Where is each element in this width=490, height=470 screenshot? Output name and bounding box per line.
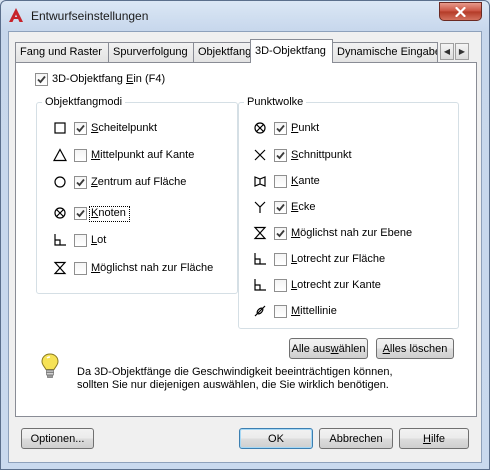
checkbox-lotrecht-zur-flaeche[interactable] (274, 253, 287, 266)
label-kante[interactable]: Kante (291, 175, 320, 187)
info-text: Da 3D-Objektfänge die Geschwindigkeit be… (77, 366, 437, 392)
label-moeglichst-nah-zur-ebene[interactable]: Möglichst nah zur Ebene (291, 227, 412, 239)
hourglass-icon (53, 261, 67, 275)
label-knoten[interactable]: Knoten (91, 207, 126, 219)
title-bar[interactable]: Entwurfseinstellungen (1, 1, 489, 31)
label-moeglichst-nah-zur-flaeche[interactable]: Möglichst nah zur Fläche (91, 262, 213, 274)
checkbox-kante[interactable] (274, 175, 287, 188)
group-title: Objektfangmodi (42, 96, 126, 108)
perpendicular-icon (254, 279, 266, 291)
checkmark-icon (276, 229, 285, 238)
tab-dynamische-eingabe[interactable]: Dynamische Eingabe (332, 42, 438, 62)
checkmark-icon (276, 124, 285, 133)
help-button[interactable]: Hilfe (399, 428, 469, 449)
checkbox-mittellinie[interactable] (274, 305, 287, 318)
group-punktwolke: Punktwolke (238, 96, 459, 329)
checkmark-icon (76, 209, 85, 218)
label-lot[interactable]: Lot (91, 234, 106, 246)
intersection-icon (254, 149, 266, 161)
arrow-right-icon: ▶ (458, 47, 466, 56)
checkmark-icon (276, 203, 285, 212)
main-toggle-label[interactable]: 3D-Objektfang Ein (F4) (52, 73, 165, 85)
checkbox-moeglichst-nah-zur-ebene[interactable] (274, 227, 287, 240)
select-all-button[interactable]: Alle aus w ählen (289, 338, 368, 359)
arrow-left-icon: ◀ (443, 47, 451, 56)
tab-objektfang[interactable]: Objektfang (193, 42, 251, 62)
corner-icon (254, 201, 266, 213)
checkbox-moeglichst-nah-zur-flaeche[interactable] (74, 262, 87, 275)
triangle-icon (53, 148, 67, 162)
label-zentrum-auf-flaeche[interactable]: Zentrum auf Fläche (91, 176, 186, 188)
close-icon (455, 6, 466, 17)
perpendicular-icon (54, 234, 66, 246)
edge-icon (254, 176, 266, 187)
tab-fang-und-raster[interactable]: Fang und Raster (15, 42, 109, 62)
checkbox-zentrum-auf-flaeche[interactable] (74, 176, 87, 189)
tab-label: Spurverfolgung (113, 46, 188, 58)
label-scheitelpunkt[interactable]: Scheitelpunkt (91, 122, 157, 134)
window-title: Entwurfseinstellungen (31, 9, 149, 23)
ok-button[interactable]: OK (239, 428, 313, 449)
hourglass-icon (253, 226, 267, 240)
options-button[interactable]: Optionen... (21, 428, 94, 449)
lightbulb-icon (41, 353, 59, 378)
tab-scroll-left-button[interactable]: ◀ (440, 43, 454, 60)
tab-label: Fang und Raster (20, 46, 102, 58)
autocad-logo-icon (9, 8, 23, 22)
checkbox-knoten[interactable] (74, 207, 87, 220)
checkbox-ecke[interactable] (274, 201, 287, 214)
checkbox-schnittpunkt[interactable] (274, 149, 287, 162)
perpendicular-icon (254, 253, 266, 265)
label-punkt[interactable]: Punkt (291, 122, 319, 134)
label-lotrecht-zur-kante[interactable]: Lotrecht zur Kante (291, 279, 381, 291)
tab-3d-objektfang[interactable]: 3D-Objektfang (250, 39, 333, 63)
close-button[interactable] (439, 2, 482, 21)
group-title: Punktwolke (244, 96, 307, 108)
tab-panel-3d-objektfang: 3D-Objektfang Ein (F4) Objektfangmodi Sc… (15, 62, 477, 417)
clear-all-button[interactable]: Alles löschen (376, 338, 454, 359)
checkmark-icon (37, 75, 46, 84)
centerline-icon (254, 305, 266, 317)
knot-icon (54, 207, 66, 219)
label-lotrecht-zur-flaeche[interactable]: Lotrecht zur Fläche (291, 253, 385, 265)
tab-label: 3D-Objektfang (255, 45, 326, 57)
square-icon (54, 122, 66, 134)
info-line-1: Da 3D-Objektfänge die Geschwindigkeit be… (77, 366, 393, 378)
checkmark-icon (76, 124, 85, 133)
checkmark-icon (276, 151, 285, 160)
info-line-2: sollten Sie nur diejenigen auswählen, di… (77, 379, 389, 391)
checkbox-scheitelpunkt[interactable] (74, 122, 87, 135)
tab-strip: Fang und Raster Spurverfolgung Objektfan… (15, 39, 477, 63)
checkbox-lotrecht-zur-kante[interactable] (274, 279, 287, 292)
label-mittellinie[interactable]: Mittellinie (291, 305, 337, 317)
tab-spurverfolgung[interactable]: Spurverfolgung (108, 42, 194, 62)
knot-icon (254, 122, 266, 134)
checkbox-lot[interactable] (74, 234, 87, 247)
tab-scroll-right-button[interactable]: ▶ (455, 43, 469, 60)
checkbox-punkt[interactable] (274, 122, 287, 135)
main-toggle-checkbox[interactable] (35, 73, 48, 86)
cancel-button[interactable]: Abbrechen (319, 428, 393, 449)
label-ecke[interactable]: Ecke (291, 201, 315, 213)
label-schnittpunkt[interactable]: Schnittpunkt (291, 149, 352, 161)
label-mittelpunkt-auf-kante[interactable]: Mittelpunkt auf Kante (91, 149, 194, 161)
checkmark-icon (76, 178, 85, 187)
tab-label: Dynamische Eingabe (337, 46, 438, 58)
circle-icon (54, 176, 66, 188)
checkbox-mittelpunkt-auf-kante[interactable] (74, 149, 87, 162)
tab-label: Objektfang (198, 46, 252, 58)
